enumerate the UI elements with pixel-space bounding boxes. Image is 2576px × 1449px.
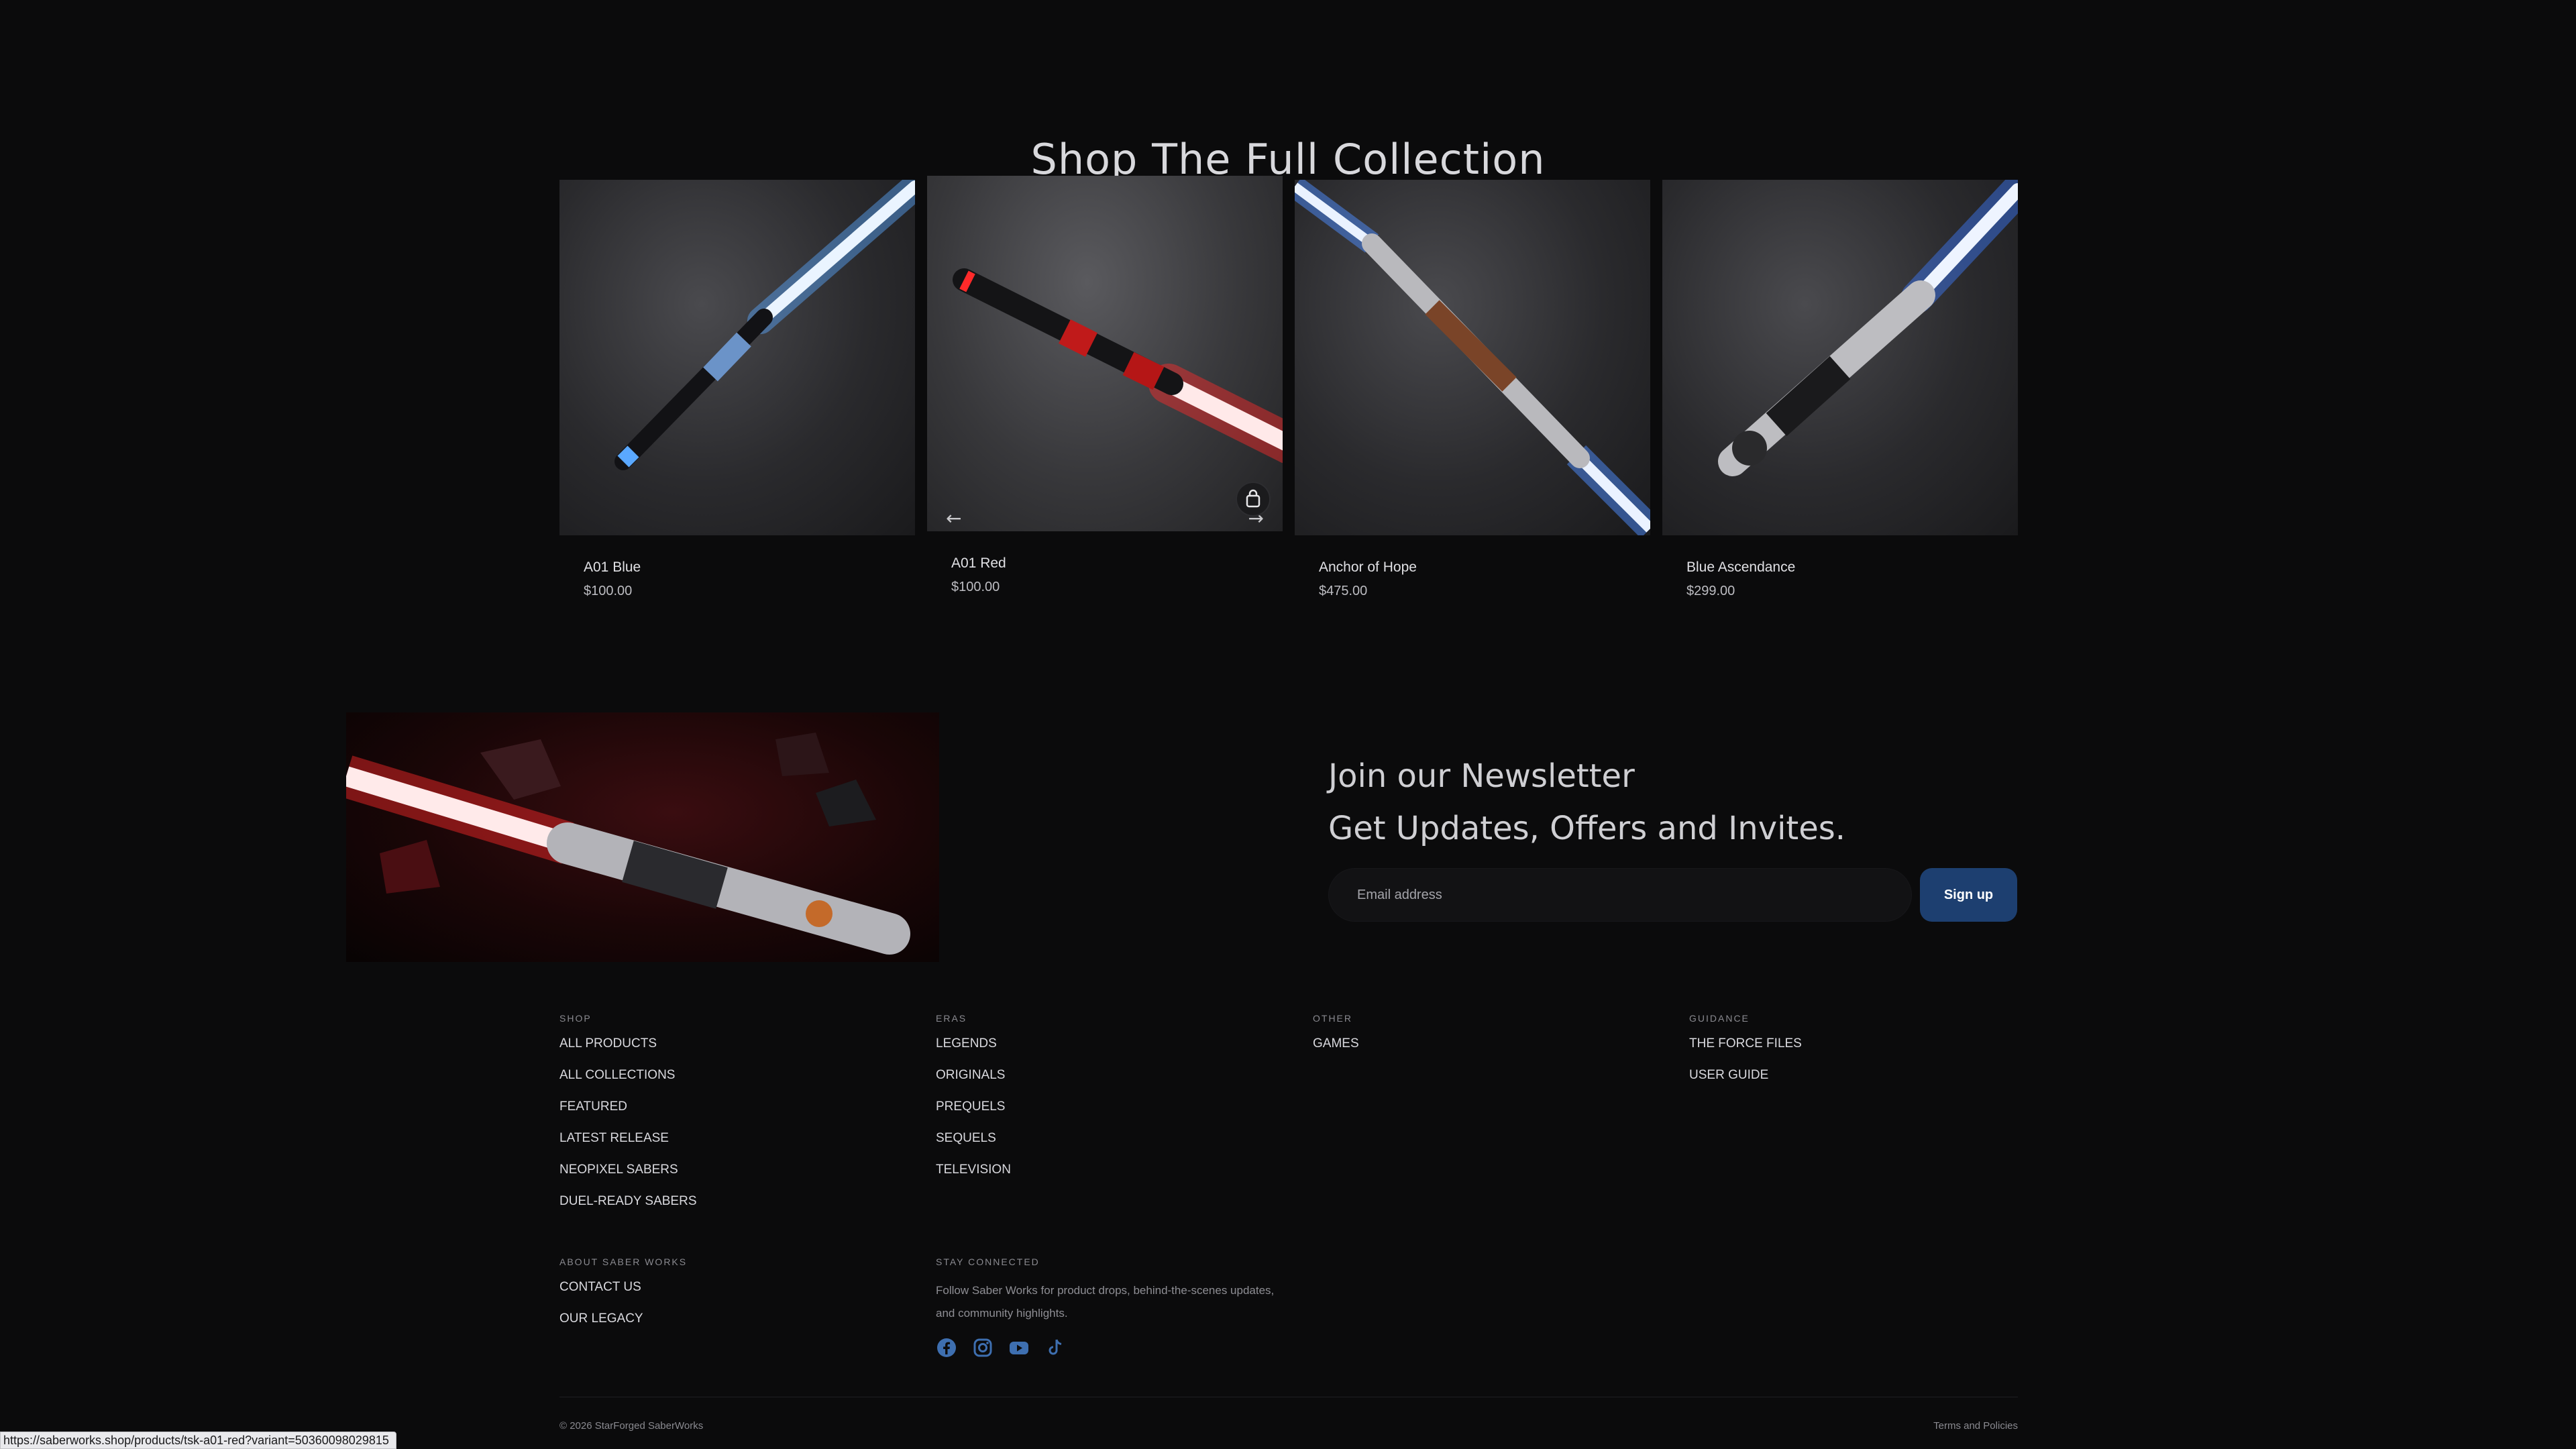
youtube-icon[interactable] <box>1008 1337 1030 1358</box>
footer-menu-other: OTHER GAMES <box>1313 1013 1359 1067</box>
product-price: $100.00 <box>951 580 1000 594</box>
menu-link[interactable]: FEATURED <box>559 1099 697 1130</box>
product-title[interactable]: A01 Blue <box>584 559 915 576</box>
collection-title: Shop The Full Collection <box>1030 135 1546 184</box>
product-title[interactable]: A01 Red <box>951 555 1283 572</box>
menu-link[interactable]: ALL PRODUCTS <box>559 1036 697 1067</box>
menu-link[interactable]: NEOPIXEL SABERS <box>559 1162 697 1193</box>
page: Shop The Full Collection A01 Blue $100.0… <box>0 0 2576 1449</box>
menu-link[interactable]: LATEST RELEASE <box>559 1130 697 1162</box>
menu-link[interactable]: THE FORCE FILES <box>1689 1036 1802 1067</box>
product-title[interactable]: Blue Ascendance <box>1686 559 2018 576</box>
lightsaber-illustration <box>1718 180 2018 476</box>
product-image[interactable] <box>559 180 915 535</box>
newsletter-heading: Join our Newsletter Get Updates, Offers … <box>1328 750 1845 855</box>
product-image[interactable] <box>1662 180 2018 535</box>
menu-link[interactable]: ALL COLLECTIONS <box>559 1067 697 1099</box>
menu-link[interactable]: CONTACT US <box>559 1279 687 1311</box>
social-links <box>936 1337 1285 1358</box>
menu-link[interactable]: ORIGINALS <box>936 1067 1011 1099</box>
tiktok-icon[interactable] <box>1044 1337 1066 1358</box>
menu-link[interactable]: USER GUIDE <box>1689 1067 1802 1099</box>
menu-heading: STAY CONNECTED <box>936 1256 1040 1267</box>
carousel-prev-arrow[interactable]: ← <box>946 507 961 529</box>
lightsaber-illustration <box>614 180 915 470</box>
promo-banner-image <box>346 712 939 962</box>
menu-heading: ABOUT SABER WORKS <box>559 1256 688 1267</box>
product-card[interactable]: ← → A01 Red $100.00 <box>927 176 1283 595</box>
menu-link[interactable]: PREQUELS <box>936 1099 1011 1130</box>
product-price: $475.00 <box>1319 584 1368 598</box>
footer-menu-eras: ERAS LEGENDS ORIGINALS PREQUELS SEQUELS … <box>936 1013 1011 1193</box>
product-image[interactable]: ← → <box>927 176 1283 531</box>
product-title[interactable]: Anchor of Hope <box>1319 559 1650 576</box>
newsletter-subtitle: Get Updates, Offers and Invites. <box>1328 810 1846 847</box>
footer-menu-about: ABOUT SABER WORKS CONTACT US OUR LEGACY <box>559 1256 687 1342</box>
lightsaber-on-rocks-illustration <box>346 733 910 955</box>
shopping-bag-icon <box>1246 489 1260 508</box>
product-card[interactable]: Blue Ascendance $299.00 <box>1662 180 2018 599</box>
product-card[interactable]: A01 Blue $100.00 <box>559 180 915 599</box>
product-image[interactable] <box>1295 180 1650 535</box>
social-description: Follow Saber Works for product drops, be… <box>936 1284 1275 1320</box>
signup-button[interactable]: Sign up <box>1920 868 2017 922</box>
lightsaber-illustration <box>1295 180 1650 535</box>
product-card[interactable]: Anchor of Hope $475.00 <box>1295 180 1650 599</box>
instagram-icon[interactable] <box>972 1337 994 1358</box>
product-price: $299.00 <box>1686 584 1735 598</box>
menu-link[interactable]: TELEVISION <box>936 1162 1011 1193</box>
menu-link[interactable]: GAMES <box>1313 1036 1359 1067</box>
menu-heading: SHOP <box>559 1013 592 1024</box>
status-bar-url: https://saberworks.shop/products/tsk-a01… <box>0 1432 396 1449</box>
quick-add-button[interactable] <box>1236 482 1271 517</box>
footer-stay-connected: STAY CONNECTED Follow Saber Works for pr… <box>936 1256 1285 1358</box>
newsletter-title: Join our Newsletter <box>1328 757 1635 795</box>
footer-menu-shop: SHOP ALL PRODUCTS ALL COLLECTIONS FEATUR… <box>559 1013 697 1225</box>
product-price: $100.00 <box>584 584 633 598</box>
email-input[interactable] <box>1328 868 1912 922</box>
menu-heading: ERAS <box>936 1013 967 1024</box>
menu-link[interactable]: OUR LEGACY <box>559 1311 687 1342</box>
facebook-icon[interactable] <box>936 1337 957 1358</box>
copyright-text: © 2026 StarForged SaberWorks <box>559 1420 704 1432</box>
footer-menu-guidance: GUIDANCE THE FORCE FILES USER GUIDE <box>1689 1013 1802 1099</box>
menu-link[interactable]: LEGENDS <box>936 1036 1011 1067</box>
menu-link[interactable]: DUEL-READY SABERS <box>559 1193 697 1225</box>
menu-link[interactable]: SEQUELS <box>936 1130 1011 1162</box>
lightsaber-illustration <box>953 268 1283 464</box>
terms-link[interactable]: Terms and Policies <box>1933 1420 2018 1432</box>
menu-heading: GUIDANCE <box>1689 1013 1750 1024</box>
menu-heading: OTHER <box>1313 1013 1352 1024</box>
